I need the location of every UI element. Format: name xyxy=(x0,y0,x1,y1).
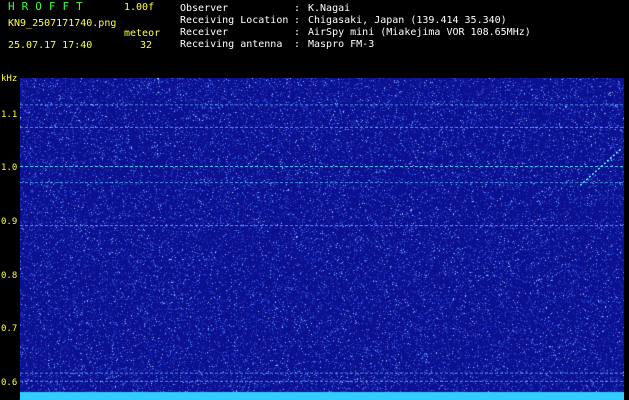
app-title: HROFFT xyxy=(8,0,90,13)
file-name: KN9_2507171740.png xyxy=(8,18,117,29)
mode-count: 32 xyxy=(140,40,153,51)
spectrogram-overlay xyxy=(20,104,624,382)
app-version: 1.00f xyxy=(124,2,155,13)
spectrogram-waterfall xyxy=(20,78,624,400)
info-label: Receiving antenna xyxy=(180,39,283,50)
info-value: K.Nagai xyxy=(308,3,351,14)
y-tick-label: 0.8 xyxy=(1,270,18,281)
y-tick-label: 1.0 xyxy=(1,163,18,174)
info-row-antenna: Receiving antenna: Maspro FM-3 xyxy=(180,39,375,50)
y-tick-label: 0.7 xyxy=(1,324,18,335)
y-tick-label: 0.9 xyxy=(1,216,18,227)
info-value: Maspro FM-3 xyxy=(308,39,375,50)
info-value: AirSpy mini (Miakejima VOR 108.65MHz) xyxy=(308,27,531,38)
y-tick-label: 1.1 xyxy=(1,109,18,120)
y-tick-label: 0.6 xyxy=(1,377,18,388)
date-time: 25.07.17 17:40 xyxy=(8,40,93,51)
info-row-location: Receiving Location: Chigasaki, Japan (139… xyxy=(180,15,507,26)
y-axis: 1.1 1.0 0.9 0.8 0.7 0.6 xyxy=(0,78,20,400)
info-row-receiver: Receiver: AirSpy mini (Miakejima VOR 108.… xyxy=(180,27,531,38)
info-label: Receiver xyxy=(180,27,229,38)
mode-label: meteor xyxy=(124,28,161,39)
info-value: Chigasaki, Japan (139.414 35.340) xyxy=(308,15,507,26)
info-row-observer: Observer: K.Nagai xyxy=(180,3,351,14)
info-label: Receiving Location xyxy=(180,15,289,26)
info-label: Observer xyxy=(180,3,229,14)
